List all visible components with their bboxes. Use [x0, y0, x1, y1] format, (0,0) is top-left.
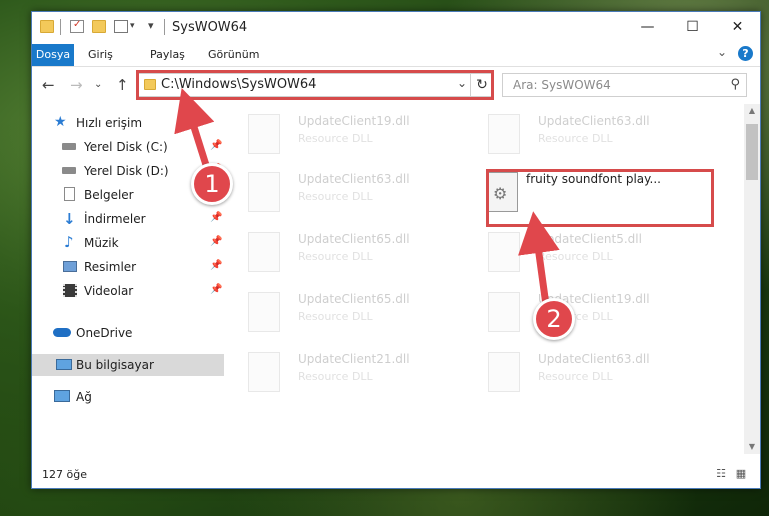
step-2-badge: 2: [533, 298, 575, 340]
arrow-to-address-bar: [174, 87, 215, 167]
annotation-arrows: [174, 87, 560, 306]
step-1-badge: 1: [191, 163, 233, 205]
arrow-to-file: [518, 211, 560, 306]
